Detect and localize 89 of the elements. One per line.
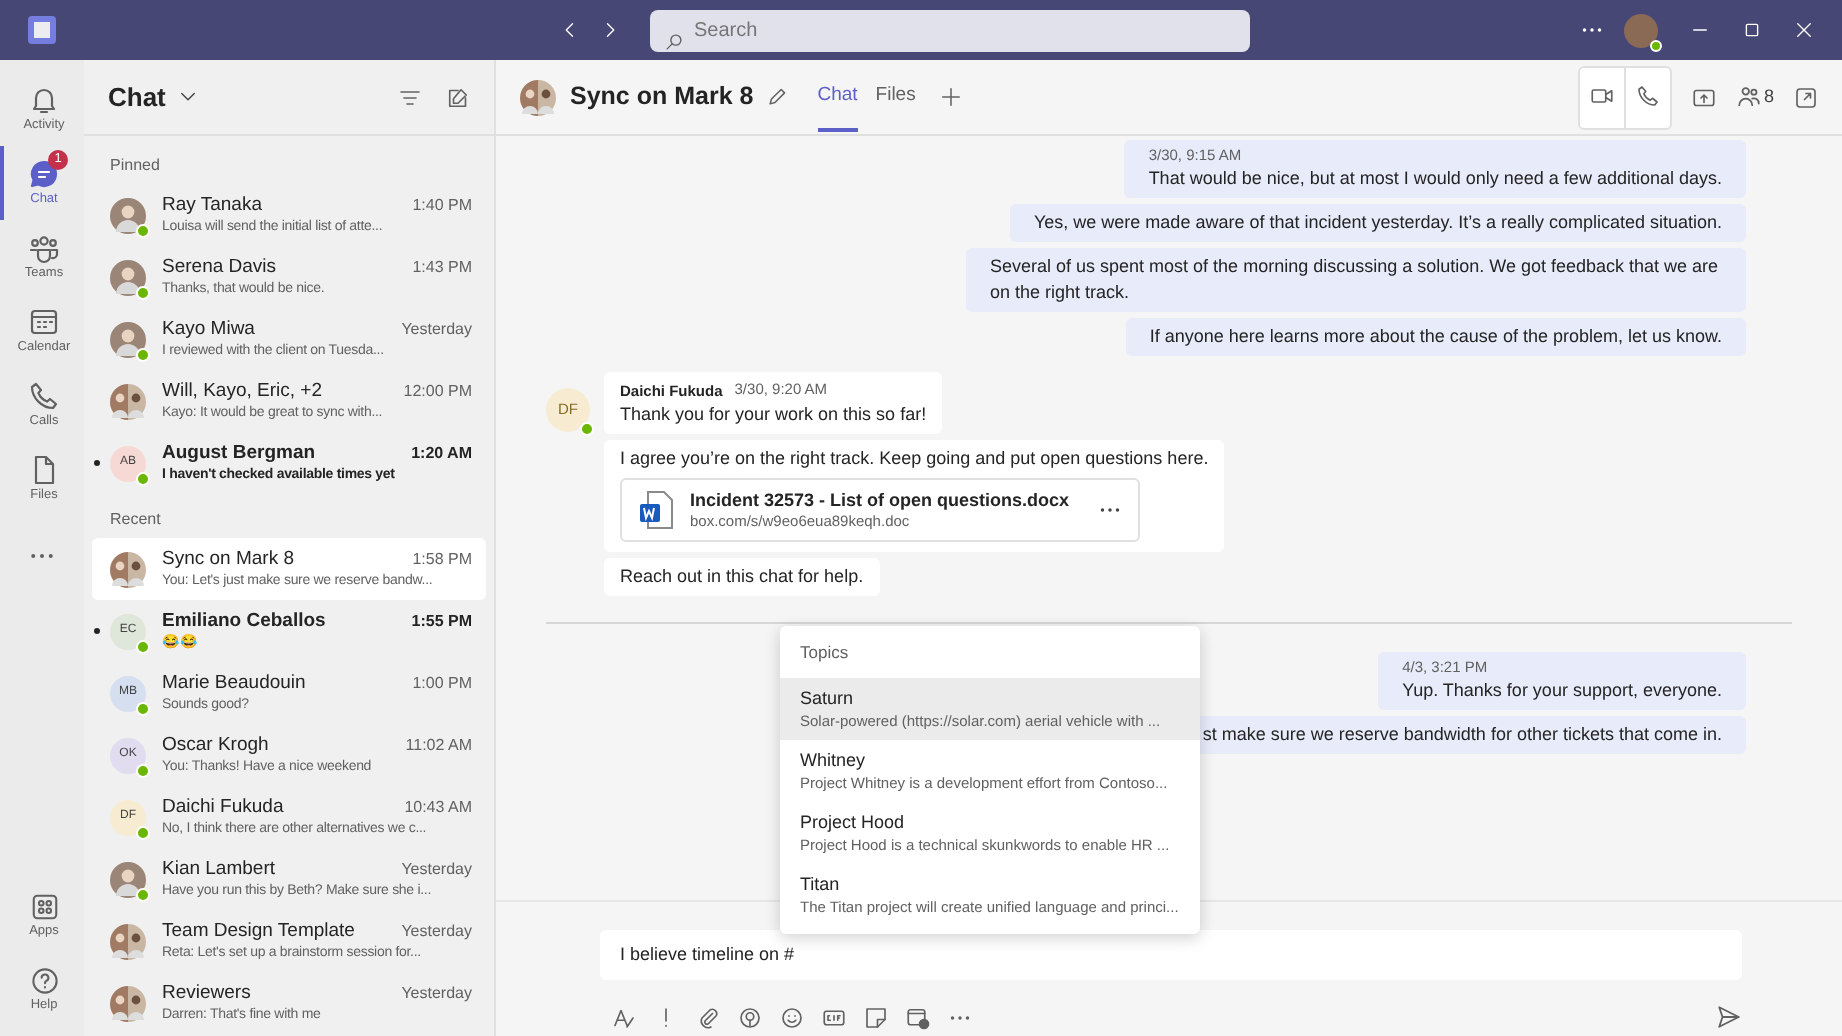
contact-name: Kian Lambert [162,857,276,881]
contact-name: Serena Davis [162,255,277,279]
timestamp: 11:02 AM [405,733,472,757]
sticker-icon[interactable] [864,1005,888,1029]
avatar [110,861,146,897]
section-label: Pinned [110,154,160,178]
timestamp: Yesterday [401,857,472,881]
format-icon[interactable] [612,1005,636,1029]
teams-icon [28,231,60,264]
group-avatar [520,79,556,115]
avatar [110,197,146,233]
video-camera-icon [1589,84,1614,109]
timestamp: Yesterday [401,981,472,1005]
loop-icon[interactable] [738,1005,762,1029]
message-text: Yup. Thanks for your support, everyone. [1402,678,1722,704]
file-name: Incident 32573 - List of open questions.docx [690,488,1072,512]
pop-out-icon[interactable] [1794,85,1818,109]
timestamp: 10:43 AM [404,795,472,819]
contact-name: Oscar Krogh [162,733,269,757]
teams-logo-icon[interactable] [28,16,56,44]
timestamp: 1:43 PM [412,255,472,279]
send-icon[interactable] [1716,1003,1742,1030]
contact-name: Daichi Fukuda [162,795,284,819]
phone-icon [1635,84,1660,109]
calendar-icon [28,305,60,338]
section-label: Recent [110,508,161,532]
emoji-icon[interactable] [780,1005,804,1029]
topic-name: Project Hood [800,809,907,834]
phone-icon [28,379,60,412]
apps-icon [29,892,59,923]
contact-name: Marie Beaudouin [162,671,306,695]
maximize-icon[interactable] [1742,20,1762,40]
message-text: Thank you for your work on this so far! [620,402,927,428]
timestamp: 1:58 PM [412,547,472,571]
avatar [110,321,146,357]
tab[interactable]: Chat [817,62,858,132]
topic-name: Titan [800,871,842,896]
timestamp: 1:40 PM [412,193,472,217]
timestamp: 1:00 PM [412,671,472,695]
profile-avatar[interactable] [1624,13,1658,47]
timestamp: Yesterday [401,317,472,341]
contact-name: Team Design Template [162,919,355,943]
filter-icon[interactable] [398,85,422,109]
edit-icon[interactable] [765,85,788,108]
chat-heading: Chat [108,79,166,116]
paperclip-icon[interactable] [696,1005,720,1029]
message-text: That would be nice, but at most I would only need a few additional days. [1148,166,1722,192]
message-text: Several of us spent most of the morning discussing a solution. We got feedback that we are on the right track. [990,254,1721,306]
timestamp: Yesterday [401,919,472,943]
search-field[interactable]: Search [650,9,1250,51]
new-chat-icon[interactable] [446,85,470,109]
bell-icon [28,83,60,116]
timestamp: 1:55 PM [411,609,472,633]
timestamp: 1:20 AM [411,441,472,465]
conversation-title: Sync on Mark 8 [570,80,754,115]
contact-name: Ray Tanaka [162,193,262,217]
timestamp: 12:00 PM [403,379,472,403]
contact-name: Kayo Miwa [162,317,255,341]
contact-name: Will, Kayo, Eric, +2 [162,379,322,403]
message-text: I agree you’re on the right track. Keep going and put open questions here. [620,446,1209,472]
group-avatar [110,551,146,587]
menu-heading: Topics [798,640,851,666]
group-avatar [110,985,146,1021]
contact-name: Sync on Mark 8 [162,547,294,571]
message-text: st make sure we reserve bandwidth for other tickets that come in. [1202,722,1722,748]
contact-name: Reviewers [162,981,251,1005]
search-icon [664,32,684,53]
help-icon [29,966,59,997]
message-input[interactable]: I believe timeline on # [600,929,1742,979]
word-document-icon [638,490,674,530]
message-text: Yes, we were made aware of that incident yesterday. It’s a really complicated situation. [1033,210,1722,236]
topic-name: Saturn [800,685,856,710]
contact-name: Emiliano Ceballos [162,609,326,633]
people-icon [1735,84,1762,110]
participants-button[interactable]: 8 [1735,83,1774,111]
contact-name: August Bergman [162,441,316,465]
close-icon[interactable] [1794,20,1814,40]
message-text: If anyone here learns more about the cause of the problem, let us know. [1149,324,1722,350]
add-tab-icon[interactable] [939,85,962,108]
tab[interactable]: Files [875,62,916,132]
avatar [110,259,146,295]
group-avatar [110,923,146,959]
chat-icon [28,157,60,190]
share-screen-icon[interactable] [1691,85,1716,109]
message-text: Reach out in this chat for help. [620,564,864,590]
topic-name: Whitney [800,747,868,772]
gif-icon[interactable] [822,1005,846,1029]
group-avatar [110,383,146,419]
schedule-icon[interactable] [906,1005,930,1029]
